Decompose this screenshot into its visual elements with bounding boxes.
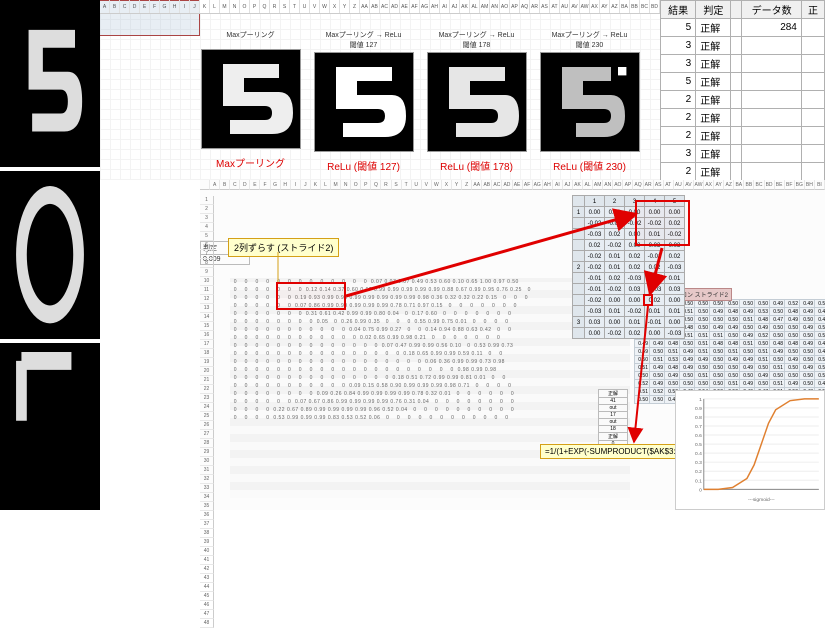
results-header-cell <box>731 1 742 19</box>
selection-filter-range[interactable] <box>635 200 690 246</box>
results-header-cell: データ数 <box>742 1 802 19</box>
results-header-cell: 正 <box>801 1 824 19</box>
inner-column-headers: ABCDEFGHIJKLMNOPQRSTUVWXYZAAABACADAEAFAG… <box>200 180 825 190</box>
results-row[interactable]: 2正解 <box>661 163 825 181</box>
filter-cell-0: Maxプーリング Maxプーリング <box>200 30 301 170</box>
results-row[interactable]: 2正解 <box>661 127 825 145</box>
filter-top-label: Maxプーリング <box>226 30 274 47</box>
results-row[interactable]: 3正解 <box>661 37 825 55</box>
filter-image-relu-230 <box>540 52 640 152</box>
svg-text:0.9: 0.9 <box>695 406 702 412</box>
results-window: 結果判定データ数正 5正解2843正解3正解5正解2正解2正解2正解3正解2正解… <box>660 0 825 200</box>
svg-text:0.6: 0.6 <box>695 433 702 439</box>
left-digit-strip <box>0 0 100 510</box>
svg-text:0.2: 0.2 <box>695 469 702 475</box>
outer-column-headers: ABCDEFGHIJKLMNOPQRSTUVWXYZAAABACADAEAFAG… <box>100 0 660 14</box>
svg-text:0.4: 0.4 <box>695 451 702 457</box>
side-readout: 正解41out17out18正解0 <box>598 390 628 448</box>
filter-image-maxpool <box>201 49 301 149</box>
digit-partial-large <box>0 343 100 510</box>
results-row[interactable]: 2正解 <box>661 91 825 109</box>
filter-bottom-label: ReLu (閾値 127) <box>327 158 400 173</box>
filter-preview-row: Maxプーリング Maxプーリング Maxプーリング → ReLu閾値 127 … <box>200 30 640 170</box>
filter-cell-2: Maxプーリング → ReLu閾値 178 ReLu (閾値 178) <box>426 30 527 170</box>
filter-bottom-label: ReLu (閾値 178) <box>440 158 513 173</box>
svg-text:0.1: 0.1 <box>695 478 702 484</box>
results-header-cell: 判定 <box>696 1 731 19</box>
filter-bottom-label: Maxプーリング <box>216 155 285 170</box>
filter-image-relu-127 <box>314 52 414 152</box>
stride-callout: 2列ずらす (ストライド2) <box>228 238 339 257</box>
selection-source-range[interactable] <box>276 282 346 310</box>
svg-text:0.8: 0.8 <box>695 415 702 421</box>
filter-bottom-label: ReLu (閾値 230) <box>553 158 626 173</box>
selection-target-cell[interactable] <box>643 294 653 306</box>
svg-text:---sigmoid---: ---sigmoid--- <box>748 497 775 503</box>
svg-text:1: 1 <box>699 397 702 403</box>
results-row[interactable]: 3正解 <box>661 55 825 73</box>
svg-text:0.5: 0.5 <box>695 442 702 448</box>
filter-cell-1: Maxプーリング → ReLu閾値 127 ReLu (閾値 127) <box>313 30 414 170</box>
results-header-cell: 結果 <box>661 1 696 19</box>
sigmoid-chart: 0 0.1 0.2 0.3 0.4 0.5 0.6 0.7 0.8 0.9 1 ---sigmoid-… <box>675 390 825 510</box>
svg-text:0.3: 0.3 <box>695 460 702 466</box>
inner-row-headers: 1234567891011121314151617181920212223242… <box>200 196 214 496</box>
results-row[interactable]: 5正解 <box>661 73 825 91</box>
filter-top-label: Maxプーリング → ReLu閾値 230 <box>552 30 628 50</box>
results-row[interactable]: 2正解 <box>661 109 825 127</box>
svg-text:0.7: 0.7 <box>695 424 702 430</box>
filter-top-label: Maxプーリング → ReLu閾値 127 <box>326 30 402 50</box>
filter-top-label: Maxプーリング → ReLu閾値 178 <box>439 30 515 50</box>
filter-cell-3: Maxプーリング → ReLu閾値 230 ReLu (閾値 230) <box>539 30 640 170</box>
input-pixel-grid[interactable]: 0 0 0 0 0 0 0 0 0 0 0 0 0 0.07 0.07 0.07… <box>230 278 630 498</box>
filter-image-relu-178 <box>427 52 527 152</box>
results-row[interactable]: 3正解 <box>661 145 825 163</box>
digit-five-large <box>0 0 100 167</box>
results-row[interactable]: 5正解284 <box>661 19 825 37</box>
digit-zero-large <box>0 171 100 338</box>
svg-text:0: 0 <box>699 487 702 493</box>
